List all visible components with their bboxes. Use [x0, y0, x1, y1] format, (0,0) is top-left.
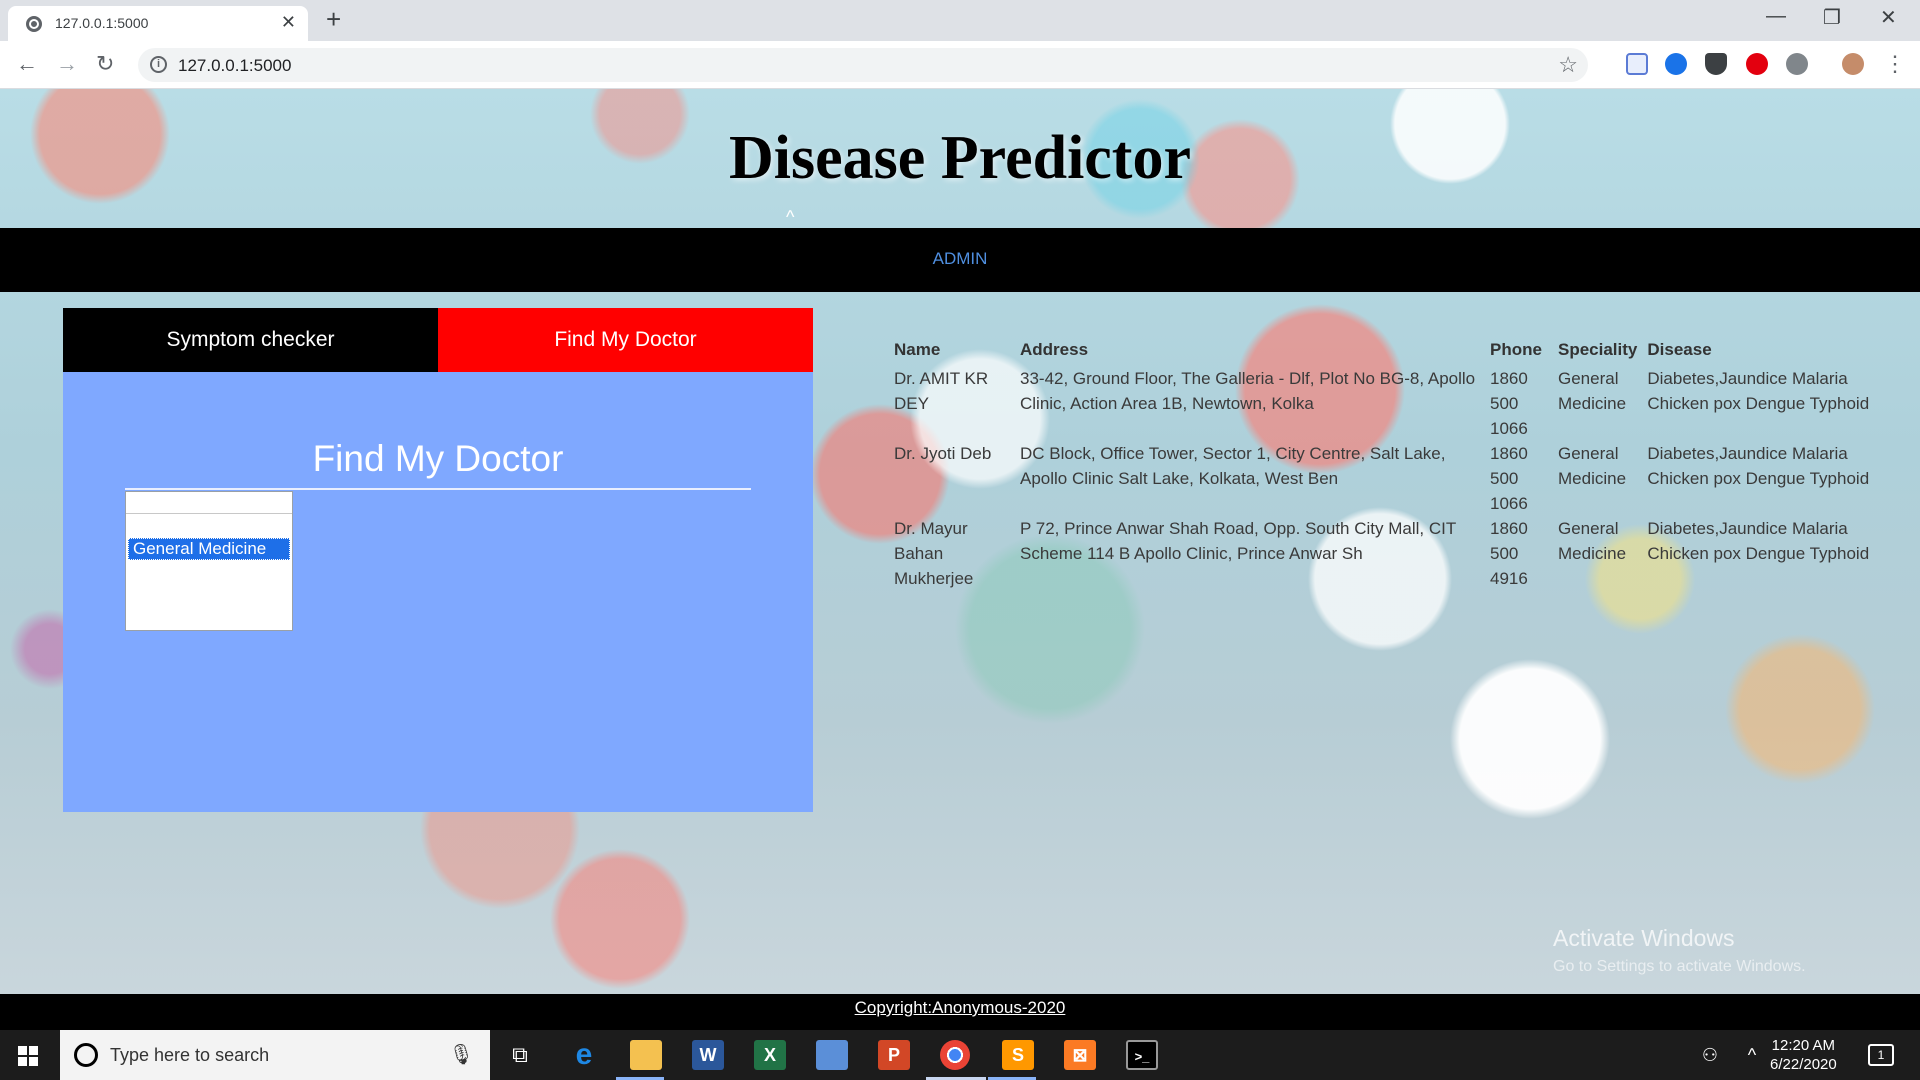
specialty-select[interactable]: General Medicine — [125, 491, 293, 631]
terminal-icon[interactable]: >_ — [1126, 1040, 1158, 1070]
doctor-address: P 72, Prince Anwar Shah Road, Opp. South… — [1020, 519, 1456, 563]
select-option-blank[interactable] — [126, 492, 292, 514]
clock[interactable]: 12:20 AM 6/22/2020 — [1770, 1036, 1837, 1074]
taskbar-search[interactable]: Type here to search 🎙 — [60, 1030, 490, 1080]
windows-taskbar: Type here to search 🎙 ⧉ e W X P S ⊠ >_ ⚇… — [0, 1030, 1920, 1080]
page-footer: Copyright:Anonymous-2020 — [0, 994, 1920, 1030]
minimize-button[interactable]: — — [1766, 5, 1786, 28]
table-header-row: Name Address Phone Speciality Disease — [888, 334, 1881, 366]
header-name: Name — [894, 340, 941, 359]
profile-avatar[interactable] — [1842, 53, 1864, 75]
close-window-button[interactable]: ✕ — [1880, 5, 1897, 30]
table-row: Dr. AMIT KR DEY 33-42, Ground Floor, The… — [888, 366, 1881, 441]
watermark-title: Activate Windows — [1553, 925, 1735, 951]
browser-tab[interactable]: 127.0.0.1:5000 ✕ — [8, 6, 308, 41]
header-speciality: Speciality — [1558, 340, 1638, 359]
doctor-speciality: General Medicine — [1558, 519, 1627, 563]
web-page: Disease Predictor ^ ADMIN Symptom checke… — [0, 89, 1920, 994]
word-icon[interactable]: W — [692, 1040, 724, 1070]
bookmark-star-icon[interactable]: ☆ — [1558, 52, 1578, 78]
doctor-disease: Diabetes,Jaundice Malaria Chicken pox De… — [1647, 519, 1870, 563]
info-icon[interactable]: i — [150, 56, 167, 73]
chrome-icon[interactable] — [940, 1040, 970, 1070]
heading-underline — [125, 488, 751, 490]
edge-icon[interactable]: e — [568, 1040, 600, 1070]
panel-heading: Find My Doctor — [312, 438, 564, 479]
new-tab-button[interactable]: + — [326, 4, 341, 35]
search-placeholder: Type here to search — [110, 1045, 270, 1065]
header-phone: Phone — [1490, 340, 1542, 359]
back-button[interactable]: ← — [16, 51, 38, 77]
browser-tabstrip: 127.0.0.1:5000 ✕ + — ❐ ✕ — [0, 0, 1920, 41]
header-disease: Disease — [1647, 340, 1712, 359]
shield-extension-icon[interactable] — [1705, 53, 1727, 75]
browser-toolbar: ← → ↻ i 127.0.0.1:5000 ☆ ⋮ — [0, 41, 1920, 89]
select-option-selected[interactable]: General Medicine — [128, 538, 290, 560]
doctor-address: DC Block, Office Tower, Sector 1, City C… — [1020, 444, 1446, 488]
header-address: Address — [1020, 340, 1089, 359]
people-icon[interactable]: ⚇ — [1694, 1040, 1726, 1070]
extension-icon[interactable] — [1626, 53, 1648, 75]
doctor-name: Dr. Jyoti Deb — [894, 444, 992, 463]
find-doctor-panel: Symptom checker Find My Doctor Find My D… — [63, 308, 813, 812]
doctor-phone: 1860 500 1066 — [1490, 444, 1528, 513]
browser-menu-icon[interactable]: ⋮ — [1884, 51, 1906, 77]
caret-marker: ^ — [786, 207, 795, 227]
clock-date: 6/22/2020 — [1770, 1056, 1837, 1073]
table-row: Dr. Mayur Bahan Mukherjee P 72, Prince A… — [888, 516, 1881, 591]
doctor-address: 33-42, Ground Floor, The Galleria - Dlf,… — [1020, 369, 1476, 413]
top-navbar: ADMIN — [0, 228, 1920, 292]
tab-title: 127.0.0.1:5000 — [55, 15, 149, 31]
doctor-name: Dr. AMIT KR DEY — [894, 369, 989, 413]
file-explorer-icon[interactable] — [630, 1040, 662, 1070]
search-extension-icon[interactable] — [1665, 53, 1687, 75]
chevron-up-icon[interactable]: ^ — [1736, 1040, 1768, 1070]
globe-icon — [26, 16, 42, 32]
maximize-button[interactable]: ❐ — [1823, 5, 1841, 30]
xampp-icon[interactable]: ⊠ — [1064, 1040, 1096, 1070]
extension-circle-icon[interactable] — [1786, 53, 1808, 75]
notifications-icon[interactable]: 1 — [1868, 1044, 1894, 1066]
doctor-disease: Diabetes,Jaundice Malaria Chicken pox De… — [1647, 369, 1870, 413]
reload-button[interactable]: ↻ — [96, 51, 114, 77]
tab-find-my-doctor[interactable]: Find My Doctor — [438, 308, 813, 372]
activate-windows-watermark: Activate Windows Go to Settings to activ… — [1553, 925, 1806, 976]
excel-icon[interactable]: X — [754, 1040, 786, 1070]
watermark-subtitle: Go to Settings to activate Windows. — [1553, 958, 1806, 975]
doctor-disease: Diabetes,Jaundice Malaria Chicken pox De… — [1647, 444, 1870, 488]
site-title: Disease Predictor — [729, 124, 1191, 192]
doctor-phone: 1860 500 4916 — [1490, 519, 1528, 588]
tab-symptom-checker[interactable]: Symptom checker — [63, 308, 438, 372]
powerpoint-icon[interactable]: P — [878, 1040, 910, 1070]
table-row: Dr. Jyoti Deb DC Block, Office Tower, Se… — [888, 441, 1881, 516]
sublime-text-icon[interactable]: S — [1002, 1040, 1034, 1070]
microphone-icon[interactable]: 🎙 — [449, 1042, 474, 1067]
doctor-speciality: General Medicine — [1558, 444, 1627, 488]
forward-button[interactable]: → — [56, 51, 78, 77]
url-text[interactable]: 127.0.0.1:5000 — [178, 56, 291, 76]
task-view-icon[interactable]: ⧉ — [504, 1040, 536, 1070]
clock-time: 12:20 AM — [1771, 1037, 1836, 1054]
address-bar[interactable]: i 127.0.0.1:5000 ☆ — [138, 48, 1588, 82]
cortana-icon — [74, 1043, 98, 1067]
adblock-icon[interactable] — [1746, 53, 1768, 75]
admin-link[interactable]: ADMIN — [0, 249, 1920, 269]
copyright-link[interactable]: Copyright:Anonymous-2020 — [855, 998, 1066, 1017]
doctor-name: Dr. Mayur Bahan Mukherjee — [894, 519, 974, 588]
close-tab-icon[interactable]: ✕ — [281, 12, 296, 33]
doctor-table: Name Address Phone Speciality Disease Dr… — [888, 334, 1881, 591]
mail-icon[interactable] — [816, 1040, 848, 1070]
windows-start-icon[interactable] — [18, 1046, 38, 1066]
doctor-phone: 1860 500 1066 — [1490, 369, 1528, 438]
doctor-speciality: General Medicine — [1558, 369, 1627, 413]
